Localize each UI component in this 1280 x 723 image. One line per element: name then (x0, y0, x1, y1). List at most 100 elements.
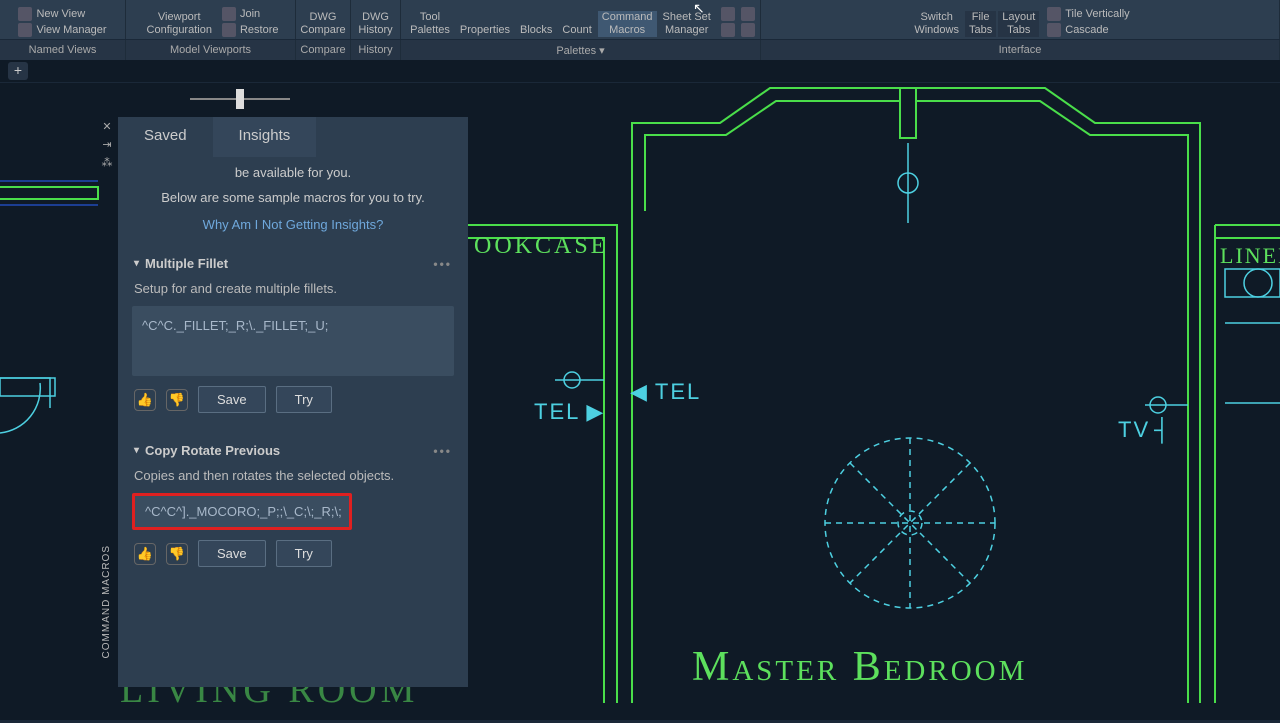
blocks-button[interactable]: Blocks (516, 24, 556, 37)
dwg-history-label: DWG History (358, 11, 392, 37)
new-view-label: New View (36, 8, 85, 20)
section-history: History (351, 40, 401, 60)
close-icon[interactable]: ✕ (101, 120, 113, 132)
sheet-set-button[interactable]: Sheet Set Manager (659, 11, 715, 37)
master-bedroom-label: Master Bedroom (692, 643, 1027, 691)
slider-handle (236, 89, 244, 109)
join-label: Join (240, 8, 260, 20)
tool-palettes-button[interactable]: Tool Palettes (406, 11, 454, 37)
save-button[interactable]: Save (198, 386, 266, 413)
tel-label-left: TEL▶ (534, 399, 605, 425)
layout-tabs-label: Layout Tabs (1002, 11, 1035, 37)
viewport-config-label: Viewport Configuration (147, 11, 212, 37)
count-button[interactable]: Count (558, 24, 595, 37)
cascade-icon (1047, 23, 1061, 37)
thumbs-up-icon[interactable]: 👍 (134, 389, 156, 411)
ribbon-toolbar: New View View Manager Viewport Configura… (0, 0, 1280, 40)
blocks-label: Blocks (520, 24, 552, 37)
insights-help-link[interactable]: Why Am I Not Getting Insights? (132, 217, 454, 232)
palette-icon-3[interactable] (741, 7, 755, 21)
command-macros-label: Command Macros (602, 11, 653, 37)
command-macros-button[interactable]: Command Macros (598, 11, 657, 37)
model-viewports-group: Viewport Configuration Join Restore (126, 0, 296, 39)
try-button[interactable]: Try (276, 386, 332, 413)
cascade-button[interactable]: Cascade (1047, 23, 1129, 37)
palette-icon-4[interactable] (741, 23, 755, 37)
restore-label: Restore (240, 24, 279, 36)
dwg-compare-button[interactable]: DWG Compare (296, 11, 349, 37)
macro-description: Copies and then rotates the selected obj… (132, 464, 454, 493)
section-named-views: Named Views (0, 40, 126, 60)
chevron-down-icon: ▾ (134, 445, 139, 456)
tool-palettes-label: Tool Palettes (410, 11, 450, 37)
cascade-label: Cascade (1065, 24, 1108, 36)
tile-vertically-button[interactable]: Tile Vertically (1047, 7, 1129, 21)
viewport-config-button[interactable]: Viewport Configuration (143, 11, 216, 37)
file-tabs-bar: + (0, 60, 1280, 82)
thumbs-down-icon[interactable]: 👎 (166, 543, 188, 565)
linen-label: LINEN (1220, 243, 1280, 269)
macro-actions: 👍 👎 Save Try (132, 530, 454, 577)
macro-title: Copy Rotate Previous (145, 443, 280, 458)
properties-label: Properties (460, 24, 510, 37)
intro-text-2: Below are some sample macros for you to … (132, 190, 454, 205)
macro-header[interactable]: ▾ Multiple Fillet ••• (132, 250, 454, 277)
thumbs-down-icon[interactable]: 👎 (166, 389, 188, 411)
file-tabs-button[interactable]: File Tabs (965, 11, 996, 37)
options-icon[interactable]: ⁂ (101, 156, 113, 168)
palettes-group: Tool Palettes Properties Blocks Count Co… (401, 0, 761, 39)
cursor-icon: ↖ (693, 0, 705, 17)
restore-icon (222, 23, 236, 37)
file-tabs-label: File Tabs (969, 11, 992, 37)
macro-actions: 👍 👎 Save Try (132, 376, 454, 423)
more-icon[interactable]: ••• (433, 444, 452, 458)
count-label: Count (562, 24, 591, 37)
ribbon-sections: Named Views Model Viewports Compare Hist… (0, 40, 1280, 60)
triangle-right-icon: ▶ (586, 399, 605, 425)
restore-button[interactable]: Restore (222, 23, 279, 37)
new-view-button[interactable]: New View (18, 7, 106, 21)
view-manager-button[interactable]: View Manager (18, 23, 106, 37)
panel-tabs: Saved Insights (118, 117, 468, 157)
chevron-down-icon: ▾ (134, 258, 139, 269)
macro-description: Setup for and create multiple fillets. (132, 277, 454, 306)
section-interface: Interface (761, 40, 1280, 60)
switch-windows-button[interactable]: Switch Windows (910, 11, 963, 37)
try-button[interactable]: Try (276, 540, 332, 567)
macro-code[interactable]: ^C^C._FILLET;_R;\._FILLET;_U; (132, 306, 454, 376)
layout-tabs-button[interactable]: Layout Tabs (998, 11, 1039, 37)
dimensions (0, 181, 98, 205)
new-tab-button[interactable]: + (8, 62, 28, 80)
properties-button[interactable]: Properties (456, 24, 514, 37)
tel-label-right: ◀TEL (630, 379, 701, 405)
palette-icon-2[interactable] (721, 23, 735, 37)
join-button[interactable]: Join (222, 7, 279, 21)
pin-icon[interactable]: ⇥ (101, 138, 113, 150)
section-compare: Compare (296, 40, 351, 60)
tv-label: TV┤ (1118, 417, 1172, 443)
section-palettes[interactable]: Palettes ▾ (401, 40, 761, 60)
thumbs-up-icon[interactable]: 👍 (134, 543, 156, 565)
view-manager-icon (18, 23, 32, 37)
dwg-history-button[interactable]: DWG History (354, 11, 396, 37)
intro-text-1: be available for you. (132, 165, 454, 180)
history-group: DWG History (351, 0, 401, 39)
macro-code-highlighted[interactable]: ^C^C^]._MOCORO;_P;;\_C;\;_R;\; (132, 493, 352, 530)
tab-insights[interactable]: Insights (213, 117, 317, 157)
macro-title: Multiple Fillet (145, 256, 228, 271)
macro-header[interactable]: ▾ Copy Rotate Previous ••• (132, 437, 454, 464)
interface-group: Switch Windows File Tabs Layout Tabs Til… (761, 0, 1280, 39)
switch-windows-label: Switch Windows (914, 11, 959, 37)
palette-icon-1[interactable] (721, 7, 735, 21)
save-button[interactable]: Save (198, 540, 266, 567)
command-macros-panel: Saved Insights be available for you. Bel… (118, 117, 468, 687)
view-manager-label: View Manager (36, 24, 106, 36)
macro-copy-rotate-previous: ▾ Copy Rotate Previous ••• Copies and th… (132, 437, 454, 577)
compare-group: DWG Compare (296, 0, 351, 39)
panel-body: be available for you. Below are some sam… (118, 157, 468, 687)
tab-saved[interactable]: Saved (118, 117, 213, 157)
panel-controls: ✕ ⇥ ⁂ (101, 120, 115, 168)
named-views-group: New View View Manager (0, 0, 126, 39)
dwg-compare-label: DWG Compare (300, 11, 345, 37)
more-icon[interactable]: ••• (433, 257, 452, 271)
